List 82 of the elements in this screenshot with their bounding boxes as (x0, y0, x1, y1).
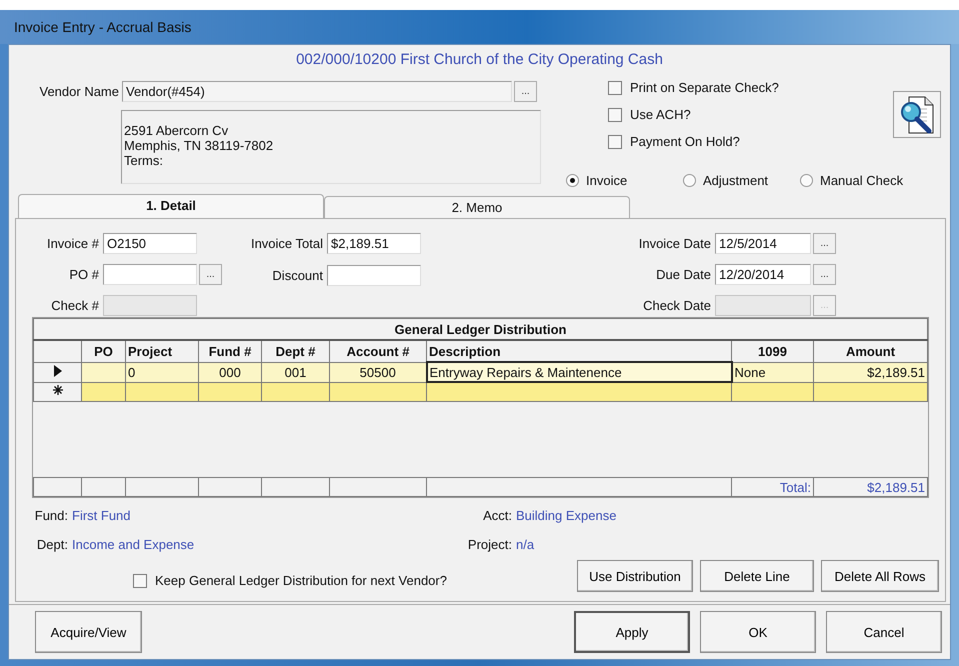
info-label: Dept: (36, 537, 68, 554)
grid-button[interactable]: Use Distribution (577, 560, 693, 592)
dialog-button[interactable]: OK (700, 611, 816, 653)
table-cell: 50500 (330, 362, 426, 382)
info-value: Building Expense (516, 508, 616, 525)
field-label: Due Date (655, 267, 712, 282)
table-cell: None (732, 362, 814, 382)
column-header: Account # (330, 340, 426, 362)
info-label: Acct: (482, 508, 512, 525)
checkbox-label: Print on Separate Check? (630, 80, 779, 95)
acquire-view-button[interactable]: Acquire/View (35, 611, 142, 653)
field-label: Invoice # (46, 236, 100, 251)
magnifier-document-icon (899, 94, 935, 134)
dialog-button[interactable]: Apply (574, 611, 690, 653)
info-value: n/a (516, 537, 534, 554)
browse-button[interactable]: ... (813, 264, 836, 285)
field-label: Invoice Total (250, 236, 324, 251)
column-header: PO (82, 340, 126, 362)
address-line: Memphis, TN 38119-7802 (124, 138, 274, 153)
browse-button[interactable]: ... (813, 233, 836, 254)
browse-button[interactable]: ... (514, 80, 537, 102)
column-header: Amount (814, 340, 928, 362)
field-label: Invoice Date (638, 236, 712, 251)
grid-title: General Ledger Distribution (34, 318, 928, 340)
input-field[interactable]: 12/20/2014 (715, 264, 811, 285)
column-header: Description (426, 340, 732, 362)
input-field[interactable] (327, 265, 421, 286)
input-field[interactable] (103, 264, 197, 285)
radio-label: Manual Check (820, 173, 904, 188)
address-line: 2591 Abercorn Cv (124, 123, 230, 138)
checkbox-label: Payment On Hold? (630, 134, 740, 149)
table-cell: Entryway Repairs & Maintenence (426, 362, 732, 382)
total-value: $2,189.51 (814, 478, 928, 496)
tab[interactable]: 2. Memo (324, 196, 630, 218)
table-cell: $2,189.51 (814, 362, 928, 382)
preview-button[interactable] (893, 91, 941, 138)
grid-button[interactable]: Delete Line (700, 560, 814, 592)
row-selector[interactable] (34, 382, 82, 402)
radio-button[interactable] (566, 174, 579, 187)
checkbox-label: Keep General Ledger Distribution for next Vendor? (155, 573, 447, 588)
checkbox[interactable] (608, 134, 622, 148)
info-value: First Fund (72, 508, 131, 525)
column-header: Dept # (262, 340, 330, 362)
info-label: Project: (466, 537, 512, 554)
total-label: Total: (732, 478, 814, 496)
field-label: Check Date (642, 298, 712, 313)
input-field[interactable]: 12/5/2014 (715, 233, 811, 254)
radio-label: Adjustment (703, 173, 768, 188)
info-value: Income and Expense (72, 537, 194, 554)
input-field[interactable]: O2150 (103, 233, 197, 254)
table-cell (198, 382, 262, 402)
field-label: Check # (50, 298, 100, 313)
table-cell (82, 382, 126, 402)
browse-button[interactable]: ... (199, 264, 222, 285)
field-label: Vendor Name (38, 84, 120, 98)
table-cell: 000 (198, 362, 262, 382)
column-header: Project (126, 340, 198, 362)
table-cell: 0 (126, 362, 198, 382)
checkbox[interactable] (133, 574, 147, 588)
input-field[interactable]: Vendor(#454) (122, 80, 512, 102)
tab[interactable]: 1. Detail (18, 194, 324, 218)
field-label: Discount (271, 268, 324, 283)
table-cell (262, 382, 330, 402)
checkbox[interactable] (608, 80, 622, 94)
column-header: 1099 (732, 340, 814, 362)
info-label: Fund: (34, 508, 68, 525)
new-row-icon (52, 384, 64, 396)
field-label: PO # (68, 267, 100, 282)
account-header: 002/000/10200 First Church of the City Operating Cash (295, 50, 664, 70)
address-line: Terms: (124, 153, 164, 168)
radio-button[interactable] (683, 174, 696, 187)
table-cell: 001 (262, 362, 330, 382)
grid-button[interactable]: Delete All Rows (821, 560, 939, 592)
dialog-button[interactable]: Cancel (826, 611, 942, 653)
checkbox[interactable] (608, 108, 622, 122)
window-title: Invoice Entry - Accrual Basis (14, 19, 192, 35)
column-header: Fund # (198, 340, 262, 362)
radio-button[interactable] (800, 174, 813, 187)
input-field[interactable]: $2,189.51 (327, 233, 421, 254)
checkbox-label: Use ACH? (630, 107, 691, 122)
row-selector[interactable] (34, 362, 82, 382)
radio-label: Invoice (586, 173, 628, 188)
